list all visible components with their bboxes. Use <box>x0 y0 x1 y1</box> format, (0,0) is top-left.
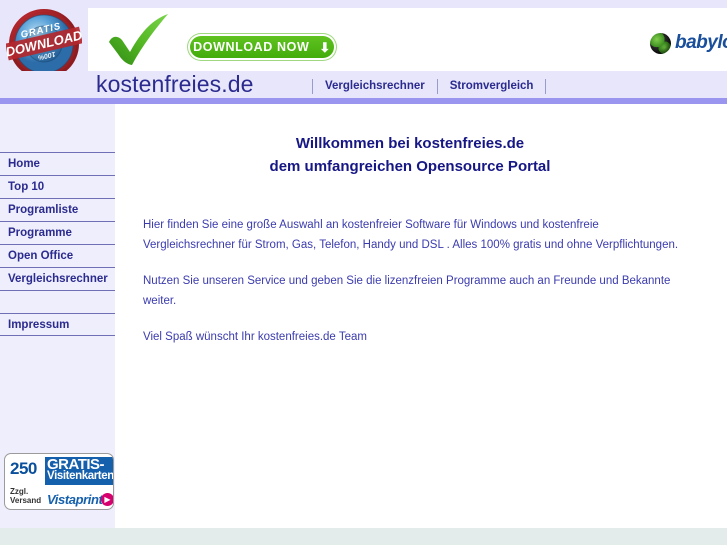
sidebar-item-label: Impressum <box>8 318 70 331</box>
vistaprint-ad-banner[interactable]: 250 GRATIS- Visitenkarten! Zzgl. Versand… <box>4 453 114 510</box>
topnav-item-stromvergleich[interactable]: Stromvergleich <box>450 80 534 92</box>
intro-paragraph-1: Hier finden Sie eine große Auswahl an ko… <box>143 219 679 251</box>
download-now-button[interactable]: DOWNLOAD NOW ⬇ <box>188 34 336 60</box>
site-logo-text[interactable]: kostenfreies.de <box>96 71 253 98</box>
babylon-logo[interactable]: babylon <box>650 31 727 55</box>
sidebar-item-impressum[interactable]: Impressum <box>0 313 115 336</box>
sidebar-item-spacer <box>0 290 115 313</box>
sidebar-item-label: Vergleichsrechner <box>8 273 108 285</box>
sidebar-item-label: Home <box>8 158 40 170</box>
page-title: Willkommen bei kostenfreies.de dem umfan… <box>115 132 705 178</box>
download-arrow-icon: ⬇ <box>319 39 331 55</box>
sidebar-item-programme[interactable]: Programme <box>0 221 115 244</box>
intro-paragraph-3: Viel Spaß wünscht Ihr kostenfreies.de Te… <box>143 331 367 343</box>
sidebar: Home Top 10 Programliste Programme Open … <box>0 104 115 528</box>
sidebar-item-label: Programme <box>8 227 72 239</box>
page-title-line1: Willkommen bei kostenfreies.de <box>295 135 525 152</box>
sidebar-menu: Home Top 10 Programliste Programme Open … <box>0 152 115 336</box>
vistaprint-shipping-note: Zzgl. Versand <box>10 487 41 505</box>
top-navigation: Vergleichsrechner Stromvergleich <box>300 78 558 94</box>
play-icon: ▶ <box>101 493 113 506</box>
vistaprint-subline: Visitenkarten! <box>47 470 114 482</box>
page-root: DOWNLOAD GRATIS 100% DOWNLOAD NOW ⬇ baby… <box>0 0 727 545</box>
sidebar-item-programliste[interactable]: Programliste <box>0 198 115 221</box>
sidebar-item-label: Programliste <box>8 204 79 216</box>
nav-separator <box>545 78 547 94</box>
sidebar-item-home[interactable]: Home <box>0 152 115 175</box>
sidebar-item-open-office[interactable]: Open Office <box>0 244 115 267</box>
page-title-line2: dem umfangreichen Opensource Portal <box>269 158 551 175</box>
vistaprint-shipping-note-line1: Zzgl. <box>10 487 29 496</box>
footer-strip <box>0 528 727 545</box>
nav-separator <box>312 78 313 94</box>
green-checkmark-icon <box>104 12 176 68</box>
sidebar-item-label: Open Office <box>8 250 74 262</box>
topnav-item-vergleichsrechner[interactable]: Vergleichsrechner <box>325 80 425 92</box>
vistaprint-count: 250 <box>10 459 37 478</box>
globe-icon <box>650 32 671 54</box>
download-now-label: DOWNLOAD NOW <box>193 40 310 54</box>
babylon-label: babylon <box>675 32 727 53</box>
ad-banner[interactable] <box>88 8 727 71</box>
sidebar-item-label: Top 10 <box>8 181 45 193</box>
sidebar-item-vergleichsrechner[interactable]: Vergleichsrechner <box>0 267 115 290</box>
intro-text: Hier finden Sie eine große Auswahl an ko… <box>143 216 693 348</box>
sidebar-item-top-10[interactable]: Top 10 <box>0 175 115 198</box>
vistaprint-shipping-note-line2: Versand <box>10 496 42 505</box>
brand-row: kostenfreies.de Vergleichsrechner Stromv… <box>0 71 727 98</box>
vistaprint-brand: Vistaprint <box>47 492 103 507</box>
nav-separator <box>436 78 438 94</box>
intro-paragraph-2: Nutzen Sie unseren Service und geben Sie… <box>143 275 671 307</box>
main-content: Willkommen bei kostenfreies.de dem umfan… <box>115 104 727 528</box>
